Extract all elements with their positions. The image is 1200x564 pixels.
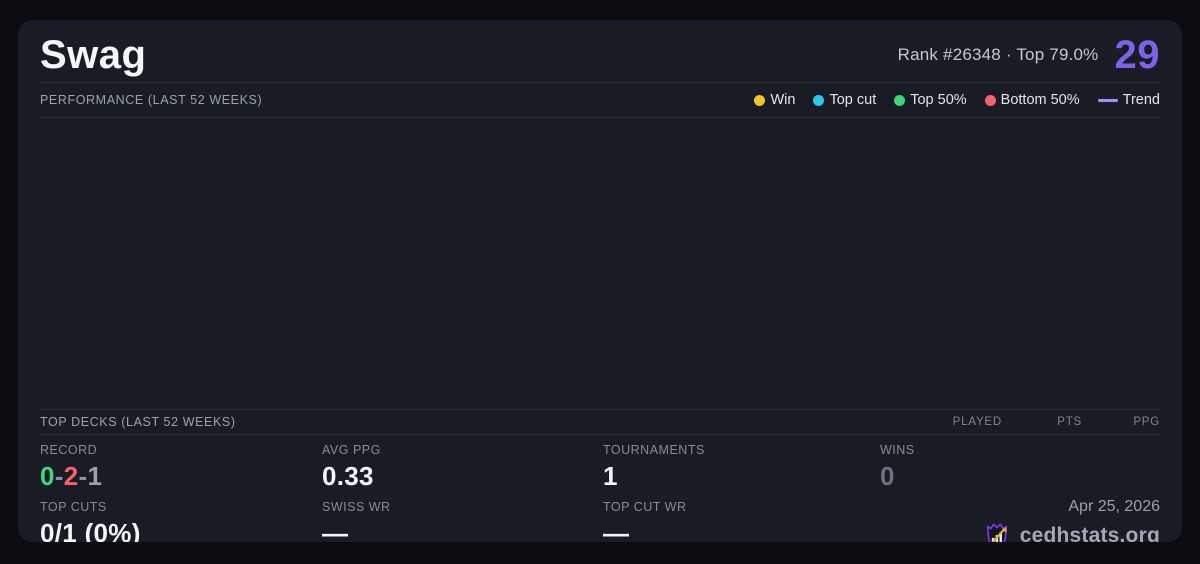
stat-label: AVG PPG [322, 443, 381, 457]
topcut-dot-icon [813, 94, 825, 106]
top-cuts-value: 0/1 (0%) [40, 518, 141, 542]
legend-label: Win [770, 92, 796, 108]
score-value: 29 [1114, 32, 1160, 77]
performance-section-header: PERFORMANCE (LAST 52 WEEKS) Win Top cut … [40, 83, 1160, 117]
legend-label: Bottom 50% [1000, 92, 1080, 108]
wins-value: 0 [880, 461, 895, 491]
record-losses: 2 [63, 461, 79, 491]
win-dot-icon [754, 94, 766, 106]
brand-row: cedhstats.org [982, 520, 1160, 542]
stat-label: SWISS WR [322, 500, 391, 514]
stat-label: RECORD [40, 443, 98, 457]
record-wins: 0 [40, 461, 55, 491]
column-header-pts: PTS [1057, 416, 1082, 428]
stat-avg-ppg: AVG PPG 0.33 [322, 435, 603, 492]
player-stats-card: Swag Rank #26348 · Top 79.0% 29 PERFORMA… [18, 20, 1182, 542]
performance-section-label: PERFORMANCE (LAST 52 WEEKS) [40, 93, 263, 107]
card-header: Swag Rank #26348 · Top 79.0% 29 [40, 20, 1160, 82]
avg-ppg-value: 0.33 [322, 461, 374, 491]
top-decks-section-label: TOP DECKS (LAST 52 WEEKS) [40, 415, 236, 429]
cedhstats-logo-icon [986, 523, 1007, 542]
column-header-ppg: PPG [1133, 416, 1160, 428]
stats-grid: RECORD 0-2-1 AVG PPG 0.33 TOURNAMENTS 1 … [40, 435, 1160, 542]
stat-record: RECORD 0-2-1 [40, 435, 322, 492]
stat-label: WINS [880, 443, 915, 457]
stat-swiss-wr: SWISS WR — [322, 492, 603, 542]
legend-item-bottom50: Bottom 50% [984, 92, 1080, 108]
column-header-played: PLAYED [952, 416, 1002, 428]
performance-chart-area [40, 118, 1160, 409]
top-cut-wr-value: — [603, 518, 630, 542]
record-value: 0-2-1 [40, 461, 322, 491]
swiss-wr-value: — [322, 518, 349, 542]
bottom50-dot-icon [984, 94, 996, 106]
legend-item-top50: Top 50% [894, 92, 967, 108]
top50-dot-icon [894, 94, 906, 106]
page-title: Swag [40, 32, 147, 77]
top-decks-columns: PLAYED PTS PPG [912, 416, 1160, 428]
brand-text: cedhstats.org [1019, 524, 1160, 542]
stat-tournaments: TOURNAMENTS 1 [603, 435, 880, 492]
chart-legend: Win Top cut Top 50% Bottom 50% Trend [754, 92, 1160, 108]
date-text: Apr 25, 2026 [1068, 498, 1160, 515]
stat-top-cut-wr: TOP CUT WR — [603, 492, 880, 542]
legend-item-trend: Trend [1097, 92, 1160, 108]
stat-label: TOP CUT WR [603, 500, 687, 514]
stat-label: TOURNAMENTS [603, 443, 705, 457]
record-separator: - [54, 461, 64, 491]
stat-wins: WINS 0 [880, 435, 1160, 492]
rank-text: Rank #26348 · Top 79.0% [897, 45, 1099, 64]
tournaments-value: 1 [603, 461, 618, 491]
record-draws: 1 [87, 461, 103, 491]
legend-item-win: Win [754, 92, 795, 108]
legend-label: Top cut [829, 92, 877, 108]
legend-item-topcut: Top cut [813, 92, 876, 108]
legend-label: Top 50% [910, 92, 967, 108]
trend-line-icon [1097, 98, 1118, 102]
top-decks-header: TOP DECKS (LAST 52 WEEKS) PLAYED PTS PPG [40, 410, 1160, 435]
legend-label: Trend [1122, 92, 1160, 108]
header-rank-block: Rank #26348 · Top 79.0% 29 [898, 33, 1160, 78]
stat-top-cuts: TOP CUTS 0/1 (0%) [40, 492, 322, 542]
stat-label: TOP CUTS [40, 500, 107, 514]
footer-brand-cell: Apr 25, 2026 cedhstats.org [880, 492, 1160, 542]
